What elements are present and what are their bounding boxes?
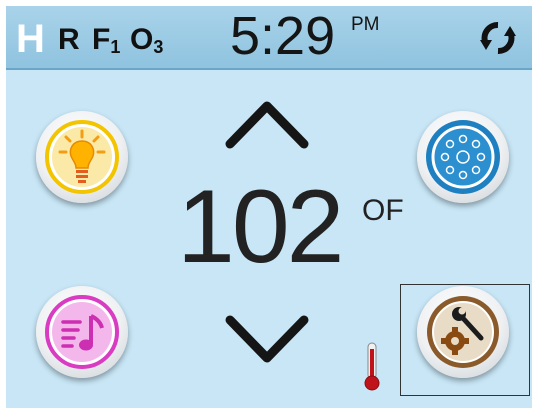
ozone-letter: O [130,23,154,56]
jets-icon [426,120,500,194]
ozone-indicator: O3 [130,23,164,57]
filter-number: 1 [110,37,121,57]
chevron-down-icon [225,315,309,363]
temp-up-button[interactable] [222,96,312,152]
music-button[interactable] [36,286,128,378]
jets-button[interactable] [417,111,509,203]
clock-time: 5:29 [230,6,336,66]
settings-icon [427,296,499,368]
ozone-number: 3 [153,37,164,57]
sync-icon[interactable] [478,20,518,56]
temperature-value: 102 [177,169,345,285]
lightbulb-icon [45,120,119,194]
temperature-unit: OF [362,194,404,227]
temp-down-button[interactable] [222,312,312,368]
settings-button[interactable] [417,286,509,378]
filter-indicator: F1 [92,23,121,57]
music-icon [45,295,119,369]
status-bar: H R F1 O3 5:29 PM [6,6,532,70]
filter-letter: F [92,23,111,56]
heater-indicator: H [16,17,45,61]
chevron-up-icon [225,101,309,149]
clock-ampm: PM [351,14,380,35]
spa-control-screen: H R F1 O3 5:29 PM 102 OF [6,6,532,408]
thermometer-icon [364,342,380,391]
light-button[interactable] [36,111,128,203]
recirc-indicator: R [58,23,80,56]
